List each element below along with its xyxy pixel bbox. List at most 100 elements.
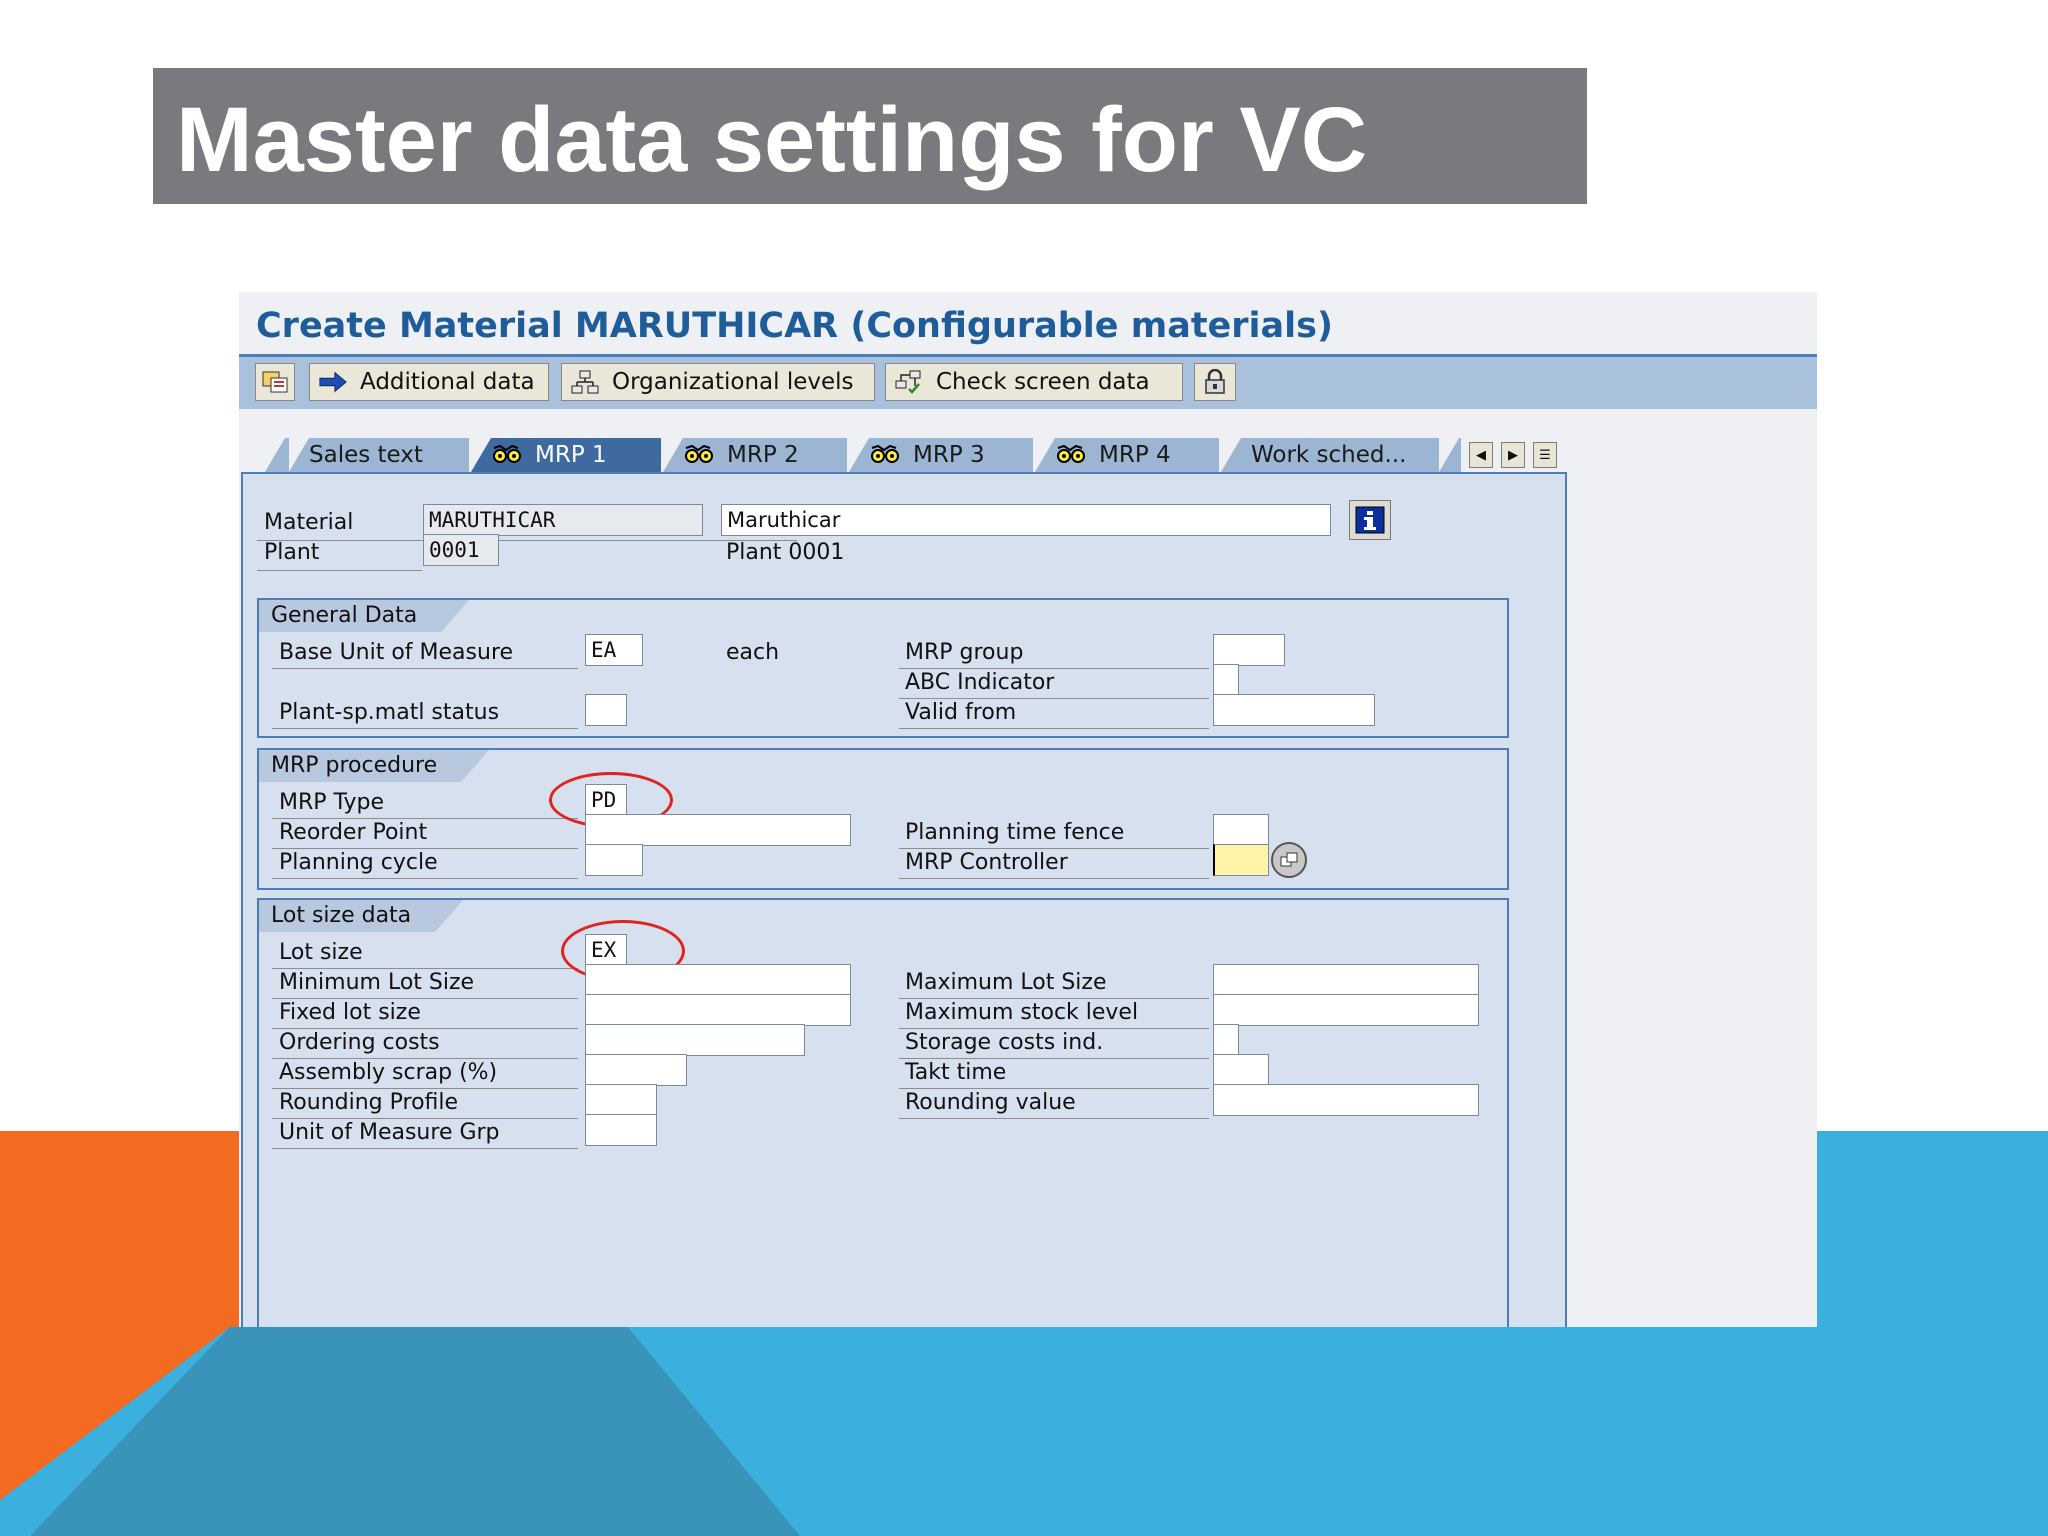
maximum-lot-size-field[interactable] (1213, 964, 1479, 996)
maximum-stock-level-label: Maximum stock level (905, 1000, 1139, 1025)
organizational-levels-button[interactable]: Organizational levels (561, 363, 875, 401)
mrp-controller-label: MRP Controller (905, 850, 1068, 875)
triangle-left-icon: ◀ (1476, 447, 1486, 463)
tab-list-button[interactable]: ☰ (1533, 442, 1557, 468)
tab-mrp-3[interactable]: MRP 3 (849, 438, 1033, 472)
tab-scroll-right-button[interactable]: ▶ (1501, 442, 1525, 468)
valid-from-field[interactable] (1213, 694, 1375, 726)
application-toolbar: Additional data Organizational levels Ch… (239, 357, 1817, 409)
reorder-point-label: Reorder Point (279, 820, 428, 845)
label-underline (257, 540, 797, 541)
organizational-levels-label: Organizational levels (612, 369, 854, 395)
uom-group-field[interactable] (585, 1114, 657, 1146)
label-underline (272, 728, 578, 729)
glasses-icon (491, 444, 523, 466)
mrp-group-field[interactable] (1213, 634, 1285, 666)
takt-time-field[interactable] (1213, 1054, 1269, 1086)
takt-time-label: Takt time (905, 1060, 1007, 1085)
material-description-field[interactable]: Maruthicar (721, 504, 1331, 536)
tab-mrp-4[interactable]: MRP 4 (1035, 438, 1219, 472)
check-screen-data-label: Check screen data (936, 369, 1150, 395)
mrp-controller-search-help-button[interactable] (1271, 842, 1307, 878)
mrp-group-label: MRP group (905, 640, 1024, 665)
mrp1-content-panel: Material MARUTHICAR Maruthicar Plant 000… (241, 472, 1567, 1327)
maximum-stock-level-field[interactable] (1213, 994, 1479, 1026)
fixed-lot-size-label: Fixed lot size (279, 1000, 421, 1025)
valid-from-label: Valid from (905, 700, 1017, 725)
tab-strip-left-edge (265, 438, 289, 472)
base-uom-label: Base Unit of Measure (279, 640, 514, 665)
mrp-procedure-title: MRP procedure (259, 750, 489, 782)
plant-label: Plant (264, 540, 320, 565)
lock-icon (1200, 369, 1230, 395)
label-underline (899, 1118, 1209, 1119)
abc-indicator-field[interactable] (1213, 664, 1239, 696)
tab-mrp-1[interactable]: MRP 1 (471, 438, 661, 472)
plant-status-label: Plant-sp.matl status (279, 700, 500, 725)
org-structure-icon (570, 369, 600, 395)
lot-size-data-title: Lot size data (259, 900, 463, 932)
tab-sales-text[interactable]: Sales text (289, 438, 469, 472)
label-underline (899, 728, 1209, 729)
reorder-point-field[interactable] (585, 814, 851, 846)
abc-indicator-label: ABC Indicator (905, 670, 1055, 695)
general-data-title: General Data (259, 600, 469, 632)
label-underline (272, 1148, 578, 1149)
additional-data-button[interactable]: Additional data (309, 363, 549, 401)
check-structure-icon (894, 369, 924, 395)
tab-work-scheduling[interactable]: Work sched... (1221, 438, 1439, 472)
planning-time-fence-label: Planning time fence (905, 820, 1125, 845)
assembly-scrap-label: Assembly scrap (%) (279, 1060, 498, 1085)
minimum-lot-size-field[interactable] (585, 964, 851, 996)
additional-data-label: Additional data (360, 369, 535, 395)
additional-info-button[interactable] (1349, 500, 1391, 540)
tab-mrp-2[interactable]: MRP 2 (663, 438, 847, 472)
maximum-lot-size-label: Maximum Lot Size (905, 970, 1107, 995)
slide-title: Master data settings for VC (176, 89, 1368, 191)
tab-label: MRP 4 (1099, 442, 1171, 468)
glasses-icon (1055, 444, 1087, 466)
planning-cycle-label: Planning cycle (279, 850, 438, 875)
uom-group-label: Unit of Measure Grp (279, 1120, 500, 1145)
assembly-scrap-field[interactable] (585, 1054, 687, 1086)
plant-description: Plant 0001 (726, 540, 845, 565)
planning-cycle-field[interactable] (585, 844, 643, 876)
tab-label: MRP 1 (535, 442, 607, 468)
tab-scroll-left-button[interactable]: ◀ (1469, 442, 1493, 468)
list-icon: ☰ (1539, 447, 1551, 463)
rounding-profile-label: Rounding Profile (279, 1090, 459, 1115)
plant-field[interactable]: 0001 (423, 534, 499, 566)
storage-costs-field[interactable] (1213, 1024, 1239, 1056)
lock-button[interactable] (1194, 363, 1236, 401)
base-uom-text: each (726, 640, 780, 665)
tab-label: MRP 2 (727, 442, 799, 468)
mrp-controller-field[interactable] (1213, 844, 1269, 876)
tab-label: MRP 3 (913, 442, 985, 468)
label-underline (899, 878, 1209, 879)
label-underline (257, 570, 422, 571)
rounding-value-label: Rounding value (905, 1090, 1076, 1115)
tab-label: Sales text (309, 442, 423, 468)
plant-status-field[interactable] (585, 694, 627, 726)
base-uom-field[interactable]: EA (585, 634, 643, 666)
window-title: Create Material MARUTHICAR (Configurable… (256, 306, 1333, 346)
info-icon (1355, 506, 1385, 534)
rounding-value-field[interactable] (1213, 1084, 1479, 1116)
planning-time-fence-field[interactable] (1213, 814, 1269, 846)
ordering-costs-field[interactable] (585, 1024, 805, 1056)
value-help-icon (1280, 852, 1298, 867)
mrp-type-label: MRP Type (279, 790, 385, 815)
material-label: Material (264, 510, 354, 535)
material-field[interactable]: MARUTHICAR (423, 504, 703, 536)
sap-window: Create Material MARUTHICAR (Configurable… (239, 292, 1817, 1327)
arrow-right-icon (318, 369, 348, 395)
lot-size-label: Lot size (279, 940, 363, 965)
label-underline (272, 878, 578, 879)
tab-label: Work sched... (1251, 442, 1407, 468)
other-view-button[interactable] (255, 363, 295, 401)
rounding-profile-field[interactable] (585, 1084, 657, 1116)
fixed-lot-size-field[interactable] (585, 994, 851, 1026)
tab-strip-right-edge (1439, 438, 1461, 472)
storage-costs-label: Storage costs ind. (905, 1030, 1104, 1055)
check-screen-data-button[interactable]: Check screen data (885, 363, 1183, 401)
